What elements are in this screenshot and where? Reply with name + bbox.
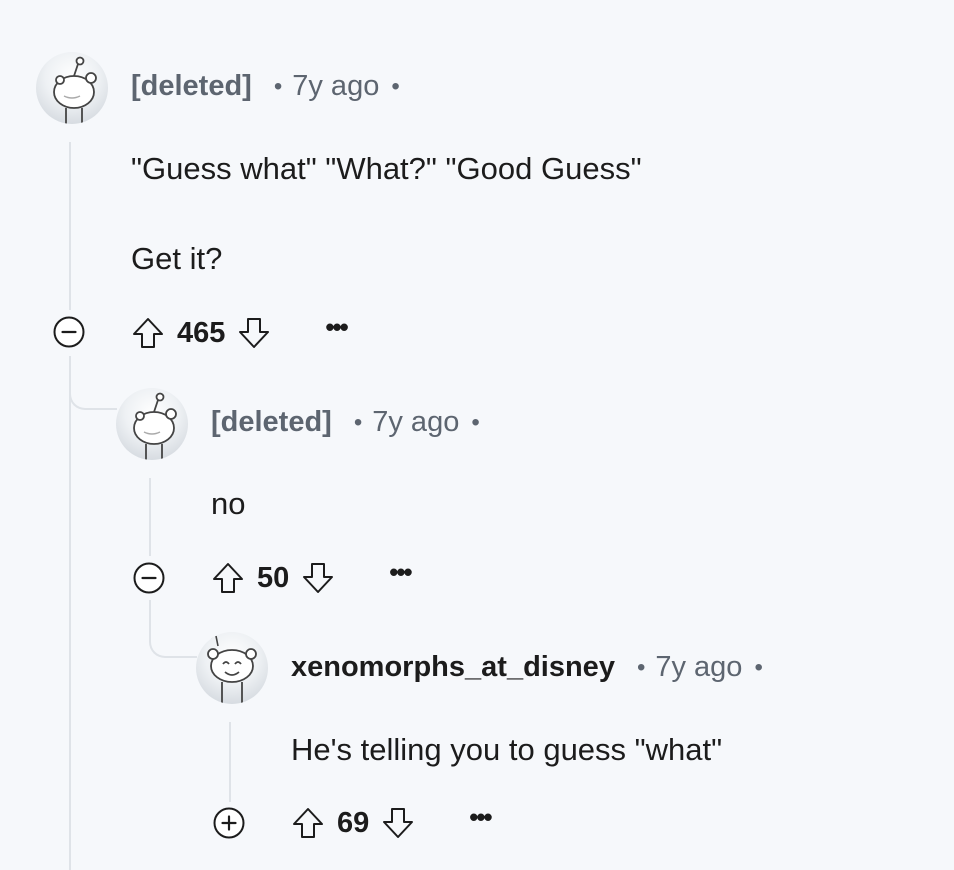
- comment-3-meta: xenomorphs_at_disney • 7y ago •: [291, 651, 763, 684]
- comment-body-line: Get it?: [131, 241, 223, 276]
- separator-dot: •: [636, 653, 646, 681]
- comment-body-line: no: [211, 486, 246, 521]
- separator-dot: •: [754, 653, 763, 681]
- overflow-menu-icon[interactable]: •••: [469, 804, 492, 830]
- comment-timestamp[interactable]: 7y ago: [292, 70, 379, 103]
- vote-score: 465: [177, 316, 226, 349]
- minus-circle-icon[interactable]: [132, 561, 166, 595]
- comment-3-actions: 69 •••: [291, 803, 493, 843]
- downvote-icon[interactable]: [237, 316, 271, 350]
- upvote-icon[interactable]: [291, 806, 325, 840]
- thread-line-level-1-lower[interactable]: [69, 356, 71, 870]
- upvote-icon[interactable]: [131, 316, 165, 350]
- comment-timestamp[interactable]: 7y ago: [372, 406, 459, 439]
- separator-dot: •: [273, 72, 283, 100]
- thread-connector-level-3: [149, 600, 197, 658]
- comment-author[interactable]: [deleted]: [211, 406, 332, 439]
- overflow-menu-icon[interactable]: •••: [389, 559, 412, 585]
- downvote-icon[interactable]: [381, 806, 415, 840]
- thread-line-level-3[interactable]: [229, 722, 231, 802]
- vote-score: 50: [257, 561, 290, 594]
- upvote-icon[interactable]: [211, 561, 245, 595]
- comment-author[interactable]: xenomorphs_at_disney: [291, 651, 615, 684]
- snoo-avatar-icon[interactable]: [196, 632, 268, 704]
- comment-author[interactable]: [deleted]: [131, 70, 252, 103]
- comment-2-meta: [deleted] • 7y ago •: [211, 406, 480, 439]
- plus-circle-icon[interactable]: [212, 806, 246, 840]
- comment-1-actions: 465 •••: [131, 313, 349, 353]
- vote-score: 69: [337, 806, 370, 839]
- comment-timestamp[interactable]: 7y ago: [655, 651, 742, 684]
- comment-2-actions: 50 •••: [211, 558, 413, 598]
- comment-body-line: He's telling you to guess "what": [291, 732, 723, 767]
- thread-line-level-2[interactable]: [149, 478, 151, 556]
- snoo-avatar-icon[interactable]: [116, 388, 188, 460]
- downvote-icon[interactable]: [301, 561, 335, 595]
- overflow-menu-icon[interactable]: •••: [325, 314, 348, 340]
- thread-connector-level-2: [69, 356, 117, 410]
- separator-dot: •: [353, 408, 363, 436]
- separator-dot: •: [391, 72, 400, 100]
- snoo-avatar-icon[interactable]: [36, 52, 108, 124]
- thread-line-level-1[interactable]: [69, 142, 71, 310]
- minus-circle-icon[interactable]: [52, 315, 86, 349]
- comment-1-meta: [deleted] • 7y ago •: [131, 70, 400, 103]
- comment-body-line: "Guess what" "What?" "Good Guess": [131, 151, 642, 186]
- separator-dot: •: [471, 408, 480, 436]
